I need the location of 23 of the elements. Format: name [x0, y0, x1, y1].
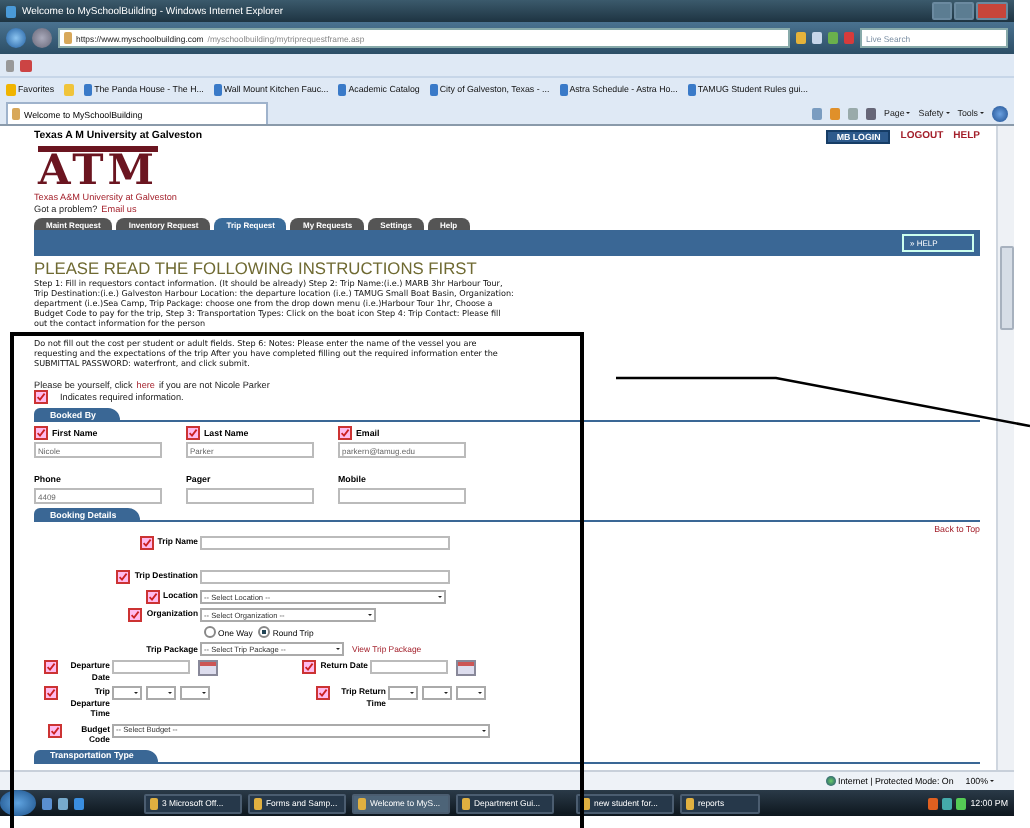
time-select[interactable]: [112, 686, 142, 700]
required-icon: [34, 390, 48, 405]
calendar-icon[interactable]: [456, 660, 476, 676]
maximize-button[interactable]: [954, 2, 974, 20]
text-field[interactable]: [200, 570, 450, 584]
instructions-heading: PLEASE READ THE FOLLOWING INSTRUCTIONS FIRST: [34, 260, 479, 278]
university-logo: ATM: [38, 146, 159, 186]
calendar-icon[interactable]: [198, 660, 218, 676]
back-button[interactable]: [6, 28, 26, 48]
text-field[interactable]: [186, 488, 314, 504]
date-field[interactable]: [112, 660, 190, 674]
time-select[interactable]: [146, 686, 176, 700]
time-select[interactable]: [388, 686, 418, 700]
minimize-button[interactable]: [932, 2, 952, 20]
time-select[interactable]: [422, 686, 452, 700]
close-button[interactable]: [976, 2, 1008, 20]
time-select[interactable]: [180, 686, 210, 700]
text-field[interactable]: [338, 488, 466, 504]
forward-button[interactable]: [32, 28, 52, 48]
time-select[interactable]: [456, 686, 486, 700]
text-field[interactable]: [200, 536, 450, 550]
date-field[interactable]: [370, 660, 448, 674]
scrollbar[interactable]: [996, 126, 1014, 770]
